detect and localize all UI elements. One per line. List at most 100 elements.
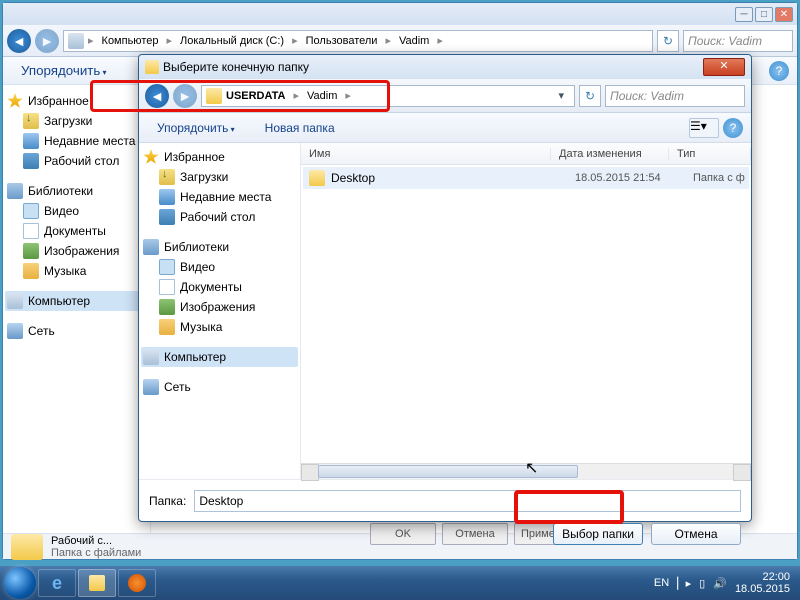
start-button[interactable] <box>4 567 36 599</box>
recent-icon <box>23 133 39 149</box>
item-type: Папка с ф <box>693 172 749 184</box>
column-headers: Имя Дата изменения Тип <box>301 143 751 165</box>
taskbar-mediaplayer[interactable] <box>118 569 156 597</box>
col-name[interactable]: Имя <box>301 148 551 160</box>
help-button[interactable]: ? <box>769 61 789 81</box>
sidebar-libraries[interactable]: Библиотеки <box>141 237 298 257</box>
folder-input-row: Папка: <box>139 479 751 521</box>
refresh-button[interactable]: ↻ <box>579 85 601 107</box>
dialog-toolbar: Упорядочить Новая папка ☰▾ ? <box>139 113 751 143</box>
sidebar-downloads[interactable]: Загрузки <box>5 111 148 131</box>
folder-name-input[interactable] <box>194 490 741 512</box>
tray-sound-icon[interactable]: 🔊 <box>713 577 727 590</box>
chevron-down-icon[interactable]: ▾ <box>554 89 570 102</box>
item-name: Desktop <box>331 171 575 185</box>
sidebar-documents[interactable]: Документы <box>141 277 298 297</box>
tray-flag-icon[interactable]: ▏▸ <box>677 577 691 590</box>
sidebar-computer[interactable]: Компьютер <box>5 291 148 311</box>
images-icon <box>159 299 175 315</box>
col-type[interactable]: Тип <box>669 148 751 160</box>
star-icon <box>143 149 159 165</box>
cancel-button[interactable]: Отмена <box>651 523 741 545</box>
select-folder-button[interactable]: Выбор папки <box>553 523 643 545</box>
dialog-sidebar: Избранное Загрузки Недавние места Рабочи… <box>139 143 301 479</box>
sidebar-computer[interactable]: Компьютер <box>141 347 298 367</box>
forward-button[interactable]: ► <box>173 84 197 108</box>
sidebar-music[interactable]: Музыка <box>5 261 148 281</box>
downloads-icon <box>159 169 175 185</box>
sidebar-images[interactable]: Изображения <box>141 297 298 317</box>
sidebar-desktop[interactable]: Рабочий стол <box>141 207 298 227</box>
video-icon <box>23 203 39 219</box>
computer-icon <box>7 293 23 309</box>
lang-indicator[interactable]: EN <box>654 577 669 589</box>
new-folder-button[interactable]: Новая папка <box>255 118 345 138</box>
clock-date: 18.05.2015 <box>735 583 790 595</box>
taskbar-explorer[interactable] <box>78 569 116 597</box>
computer-icon <box>68 33 84 49</box>
taskbar: e EN ▏▸ ▯ 🔊 22:00 18.05.2015 <box>0 566 800 600</box>
sidebar-images[interactable]: Изображения <box>5 241 148 261</box>
folder-icon <box>145 60 159 74</box>
folder-icon <box>309 170 325 186</box>
organize-button[interactable]: Упорядочить <box>11 60 117 81</box>
back-button[interactable]: ◄ <box>7 29 31 53</box>
horizontal-scrollbar[interactable] <box>301 463 751 479</box>
scrollbar-thumb[interactable] <box>318 465 578 478</box>
dialog-title: Выберите конечную папку <box>163 60 703 74</box>
sidebar-video[interactable]: Видео <box>5 201 148 221</box>
status-type: Папка с файлами <box>51 547 141 559</box>
sidebar-libraries[interactable]: Библиотеки <box>5 181 148 201</box>
dialog-breadcrumb[interactable]: USERDATA ▸ Vadim ▸ ▾ <box>201 85 575 107</box>
crumb-users[interactable]: Пользователи <box>302 35 382 47</box>
sidebar-music[interactable]: Музыка <box>141 317 298 337</box>
dialog-search-input[interactable]: Поиск: Vadim <box>605 85 745 107</box>
documents-icon <box>159 279 175 295</box>
sidebar-favorites[interactable]: Избранное <box>141 147 298 167</box>
status-name: Рабочий с... <box>51 535 141 547</box>
explorer-titlebar[interactable]: ─ □ ✕ <box>3 3 797 25</box>
sidebar-documents[interactable]: Документы <box>5 221 148 241</box>
computer-icon <box>143 349 159 365</box>
list-item[interactable]: Desktop 18.05.2015 21:54 Папка с ф <box>303 167 749 189</box>
libraries-icon <box>143 239 159 255</box>
refresh-button[interactable]: ↻ <box>657 30 679 52</box>
back-button[interactable]: ◄ <box>145 84 169 108</box>
breadcrumb[interactable]: ▸Компьютер ▸Локальный диск (C:) ▸Пользов… <box>63 30 653 52</box>
dialog-close-button[interactable]: ✕ <box>703 58 745 76</box>
crumb-vadim[interactable]: Vadim <box>303 90 341 102</box>
tray-network-icon[interactable]: ▯ <box>699 577 705 590</box>
folder-icon <box>206 88 222 104</box>
media-icon <box>128 574 146 592</box>
view-button[interactable]: ☰▾ <box>689 118 719 138</box>
minimize-button[interactable]: ─ <box>735 7 753 22</box>
downloads-icon <box>23 113 39 129</box>
taskbar-ie[interactable]: e <box>38 569 76 597</box>
crumb-userdata[interactable]: USERDATA <box>222 90 289 102</box>
organize-button[interactable]: Упорядочить <box>147 118 245 138</box>
sidebar-recent[interactable]: Недавние места <box>5 131 148 151</box>
sidebar-video[interactable]: Видео <box>141 257 298 277</box>
sidebar-network[interactable]: Сеть <box>141 377 298 397</box>
music-icon <box>159 319 175 335</box>
sidebar-favorites[interactable]: Избранное <box>5 91 148 111</box>
dialog-titlebar[interactable]: Выберите конечную папку ✕ <box>139 55 751 79</box>
sidebar-desktop[interactable]: Рабочий стол <box>5 151 148 171</box>
maximize-button[interactable]: □ <box>755 7 773 22</box>
crumb-vadim[interactable]: Vadim <box>395 35 433 47</box>
search-input[interactable]: Поиск: Vadim <box>683 30 793 52</box>
dialog-content: Имя Дата изменения Тип Desktop 18.05.201… <box>301 143 751 479</box>
clock-time: 22:00 <box>735 571 790 583</box>
help-button[interactable]: ? <box>723 118 743 138</box>
sidebar-recent[interactable]: Недавние места <box>141 187 298 207</box>
col-date[interactable]: Дата изменения <box>551 148 669 160</box>
crumb-disk[interactable]: Локальный диск (C:) <box>176 35 288 47</box>
explorer-sidebar: Избранное Загрузки Недавние места Рабочи… <box>3 85 151 533</box>
sidebar-downloads[interactable]: Загрузки <box>141 167 298 187</box>
crumb-computer[interactable]: Компьютер <box>98 35 163 47</box>
close-button[interactable]: ✕ <box>775 7 793 22</box>
sidebar-network[interactable]: Сеть <box>5 321 148 341</box>
forward-button[interactable]: ► <box>35 29 59 53</box>
clock[interactable]: 22:00 18.05.2015 <box>735 571 790 595</box>
empty-area[interactable] <box>301 191 751 463</box>
